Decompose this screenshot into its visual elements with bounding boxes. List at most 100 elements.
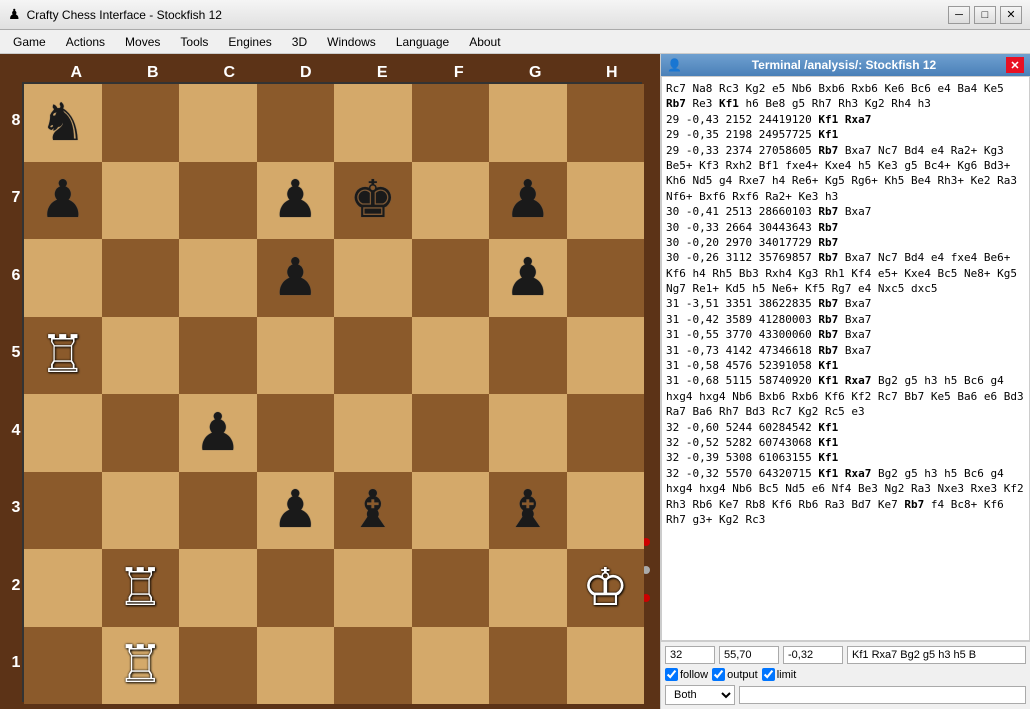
- square-c2[interactable]: [179, 549, 257, 627]
- move-field[interactable]: [847, 646, 1026, 664]
- square-b4[interactable]: [102, 394, 180, 472]
- minimize-button[interactable]: ─: [948, 6, 970, 24]
- piece-white-♖: ♖: [117, 639, 164, 691]
- square-a8[interactable]: ♞: [24, 84, 102, 162]
- square-c6[interactable]: [179, 239, 257, 317]
- square-b7[interactable]: [102, 162, 180, 240]
- square-e6[interactable]: [334, 239, 412, 317]
- square-c7[interactable]: [179, 162, 257, 240]
- menu-actions[interactable]: Actions: [57, 32, 114, 52]
- square-b3[interactable]: [102, 472, 180, 550]
- square-a3[interactable]: [24, 472, 102, 550]
- square-f4[interactable]: [412, 394, 490, 472]
- menu-engines[interactable]: Engines: [219, 32, 280, 52]
- square-a2[interactable]: [24, 549, 102, 627]
- direction-select[interactable]: Both White Black: [665, 685, 735, 705]
- square-d1[interactable]: [257, 627, 335, 705]
- square-b5[interactable]: [102, 317, 180, 395]
- menu-moves[interactable]: Moves: [116, 32, 169, 52]
- square-d8[interactable]: [257, 84, 335, 162]
- eval-field[interactable]: [783, 646, 843, 664]
- output-checkbox-label[interactable]: output: [712, 668, 758, 681]
- square-g5[interactable]: [489, 317, 567, 395]
- limit-checkbox-label[interactable]: limit: [762, 668, 797, 681]
- follow-checkbox[interactable]: [665, 668, 678, 681]
- menu-game[interactable]: Game: [4, 32, 55, 52]
- square-h4[interactable]: [567, 394, 645, 472]
- square-g3[interactable]: ♝: [489, 472, 567, 550]
- square-h3[interactable]: [567, 472, 645, 550]
- square-f3[interactable]: [412, 472, 490, 550]
- square-g2[interactable]: [489, 549, 567, 627]
- menu-language[interactable]: Language: [387, 32, 458, 52]
- menu-windows[interactable]: Windows: [318, 32, 385, 52]
- square-d6[interactable]: ♟: [257, 239, 335, 317]
- square-a7[interactable]: ♟: [24, 162, 102, 240]
- square-c4[interactable]: ♟: [179, 394, 257, 472]
- square-e1[interactable]: [334, 627, 412, 705]
- square-g6[interactable]: ♟: [489, 239, 567, 317]
- square-b8[interactable]: [102, 84, 180, 162]
- depth-field[interactable]: [665, 646, 715, 664]
- square-f6[interactable]: [412, 239, 490, 317]
- chess-board[interactable]: ♞♟♟♚♟♟♟♖♟♟♝♝♖♔♖: [22, 82, 642, 702]
- maximize-button[interactable]: □: [974, 6, 996, 24]
- terminal-output[interactable]: Rc7 Na8 Rc3 Kg2 e5 Nb6 Bxb6 Rxb6 Ke6 Bc6…: [661, 76, 1030, 641]
- piece-white-♖: ♖: [117, 562, 164, 614]
- score-field[interactable]: [719, 646, 779, 664]
- limit-checkbox[interactable]: [762, 668, 775, 681]
- square-f8[interactable]: [412, 84, 490, 162]
- square-h1[interactable]: [567, 627, 645, 705]
- square-c1[interactable]: [179, 627, 257, 705]
- square-h5[interactable]: [567, 317, 645, 395]
- square-c3[interactable]: [179, 472, 257, 550]
- menu-3d[interactable]: 3D: [283, 32, 316, 52]
- square-h6[interactable]: [567, 239, 645, 317]
- square-e3[interactable]: ♝: [334, 472, 412, 550]
- square-g1[interactable]: [489, 627, 567, 705]
- square-h7[interactable]: [567, 162, 645, 240]
- square-d5[interactable]: [257, 317, 335, 395]
- follow-checkbox-label[interactable]: follow: [665, 668, 708, 681]
- piece-black-♟: ♟: [504, 174, 551, 226]
- square-d2[interactable]: [257, 549, 335, 627]
- close-button[interactable]: ✕: [1000, 6, 1022, 24]
- terminal-title-bar: 👤 Terminal /analysis/: Stockfish 12 ✕: [661, 54, 1030, 76]
- square-g8[interactable]: [489, 84, 567, 162]
- square-g7[interactable]: ♟: [489, 162, 567, 240]
- terminal-close-button[interactable]: ✕: [1006, 57, 1024, 73]
- output-checkbox[interactable]: [712, 668, 725, 681]
- square-e5[interactable]: [334, 317, 412, 395]
- square-d3[interactable]: ♟: [257, 472, 335, 550]
- square-a4[interactable]: [24, 394, 102, 472]
- output-label: output: [727, 669, 758, 681]
- square-f2[interactable]: [412, 549, 490, 627]
- square-g4[interactable]: [489, 394, 567, 472]
- board-main: 8 7 6 5 4 3 2 1 ♞♟♟♚♟♟♟♖♟♟♝♝♖♔♖: [10, 82, 650, 702]
- square-a5[interactable]: ♖: [24, 317, 102, 395]
- square-b1[interactable]: ♖: [102, 627, 180, 705]
- square-h2[interactable]: ♔: [567, 549, 645, 627]
- command-input[interactable]: [739, 686, 1026, 704]
- row-label-5: 5: [10, 315, 22, 393]
- square-f7[interactable]: [412, 162, 490, 240]
- square-b2[interactable]: ♖: [102, 549, 180, 627]
- piece-white-♖: ♖: [39, 329, 86, 381]
- title-bar-left: ♟ Crafty Chess Interface - Stockfish 12: [8, 6, 222, 23]
- square-b6[interactable]: [102, 239, 180, 317]
- square-a6[interactable]: [24, 239, 102, 317]
- square-d7[interactable]: ♟: [257, 162, 335, 240]
- square-f5[interactable]: [412, 317, 490, 395]
- menu-tools[interactable]: Tools: [171, 32, 217, 52]
- square-e4[interactable]: [334, 394, 412, 472]
- square-c8[interactable]: [179, 84, 257, 162]
- square-d4[interactable]: [257, 394, 335, 472]
- menu-about[interactable]: About: [460, 32, 509, 52]
- square-h8[interactable]: [567, 84, 645, 162]
- square-a1[interactable]: [24, 627, 102, 705]
- square-e2[interactable]: [334, 549, 412, 627]
- square-e8[interactable]: [334, 84, 412, 162]
- square-e7[interactable]: ♚: [334, 162, 412, 240]
- square-c5[interactable]: [179, 317, 257, 395]
- square-f1[interactable]: [412, 627, 490, 705]
